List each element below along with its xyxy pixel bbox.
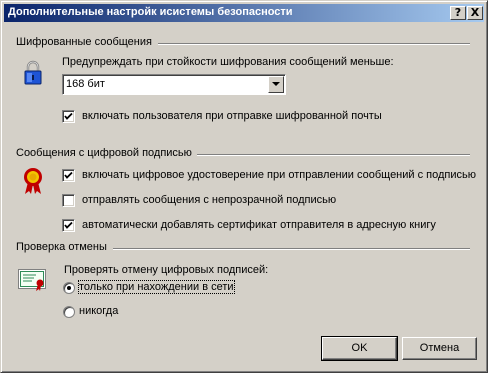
cancel-button[interactable]: Отмена bbox=[402, 337, 477, 360]
rosette-icon bbox=[24, 168, 42, 194]
include-self-label: включать пользователя при отправке шифро… bbox=[82, 110, 382, 122]
opaque-signature-checkbox[interactable] bbox=[62, 194, 75, 207]
encryption-strength-value: 168 бит bbox=[66, 78, 105, 90]
check-revocation-label: Проверять отмену цифровых подписей: bbox=[64, 264, 269, 276]
opaque-signature-label: отправлять сообщения с непрозрачной подп… bbox=[82, 194, 337, 206]
include-cert-label: включать цифровое удостоверение при отпр… bbox=[82, 169, 476, 181]
revocation-separator bbox=[113, 248, 470, 250]
padlock-icon bbox=[24, 60, 42, 85]
radio-selected-dot bbox=[67, 286, 71, 290]
online-only-radio[interactable] bbox=[63, 282, 75, 294]
never-label: никогда bbox=[79, 305, 119, 317]
add-cert-label: автоматически добавлять сертификат отпра… bbox=[82, 219, 436, 231]
ok-button[interactable]: OK bbox=[321, 336, 398, 361]
include-cert-checkbox[interactable] bbox=[62, 169, 75, 182]
include-self-checkbox[interactable] bbox=[62, 110, 75, 123]
signed-separator bbox=[197, 154, 470, 156]
title-bar[interactable]: Дополнительные настройк исистемы безопас… bbox=[4, 4, 484, 22]
close-button[interactable]: X bbox=[467, 6, 483, 20]
help-button[interactable]: ? bbox=[450, 6, 466, 20]
warn-strength-label: Предупреждать при стойкости шифрования с… bbox=[62, 56, 394, 68]
encrypted-separator bbox=[158, 43, 470, 45]
add-cert-checkbox[interactable] bbox=[62, 219, 75, 232]
encryption-strength-select[interactable]: 168 бит bbox=[62, 74, 286, 95]
window-title: Дополнительные настройк исистемы безопас… bbox=[8, 6, 293, 18]
signed-section-heading: Сообщения с цифровой подписью bbox=[16, 147, 192, 159]
online-only-label: только при нахождении в сети bbox=[78, 280, 235, 294]
revocation-section-heading: Проверка отмены bbox=[16, 241, 107, 253]
chevron-down-icon[interactable] bbox=[268, 76, 284, 93]
encrypted-section-heading: Шифрованные сообщения bbox=[16, 36, 152, 48]
never-radio[interactable] bbox=[63, 306, 75, 318]
security-settings-dialog: Дополнительные настройк исистемы безопас… bbox=[0, 0, 488, 373]
certificate-icon bbox=[18, 269, 46, 291]
